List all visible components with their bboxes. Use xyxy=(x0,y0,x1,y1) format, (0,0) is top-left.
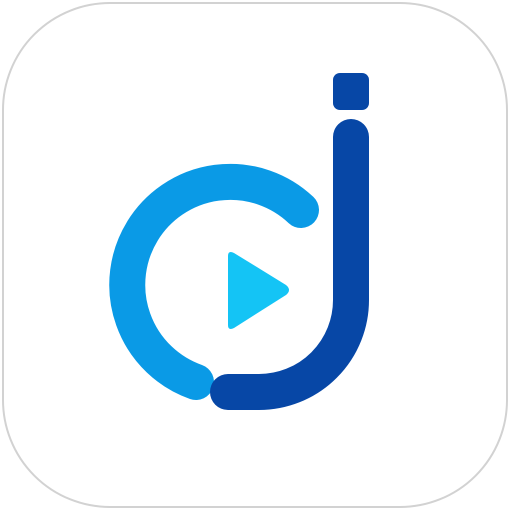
j-dot-icon xyxy=(333,73,369,110)
app-icon-canvas xyxy=(0,0,512,512)
dj-play-logo-icon xyxy=(109,73,369,410)
play-triangle-icon xyxy=(228,252,289,329)
